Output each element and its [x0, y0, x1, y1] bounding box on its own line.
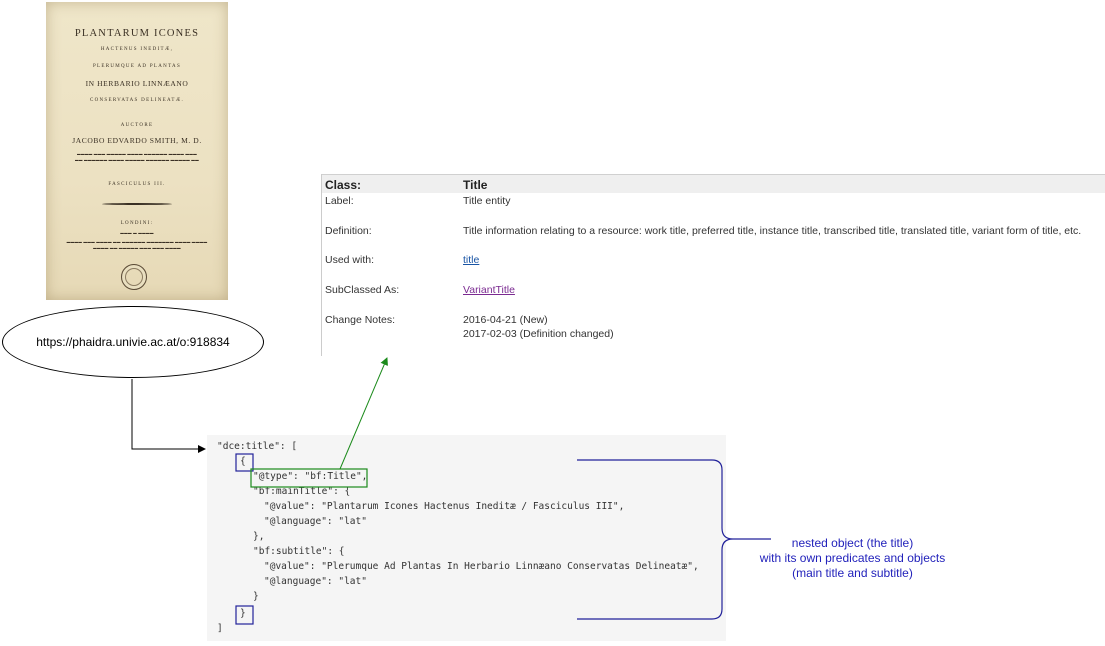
annotation-line-3: (main title and subtitle) [792, 566, 913, 580]
nested-object-brace [577, 459, 771, 620]
type-highlight [250, 468, 368, 488]
type-to-class-arrow [339, 357, 388, 470]
uri-to-code-arrow [131, 379, 206, 453]
annotation-line-2: with its own predicates and objects [759, 551, 946, 565]
close-brace-highlight [235, 605, 254, 625]
annotation-line-1: nested object (the title) [791, 536, 914, 550]
nested-object-annotation: nested object (the title) with its own p… [745, 536, 960, 581]
